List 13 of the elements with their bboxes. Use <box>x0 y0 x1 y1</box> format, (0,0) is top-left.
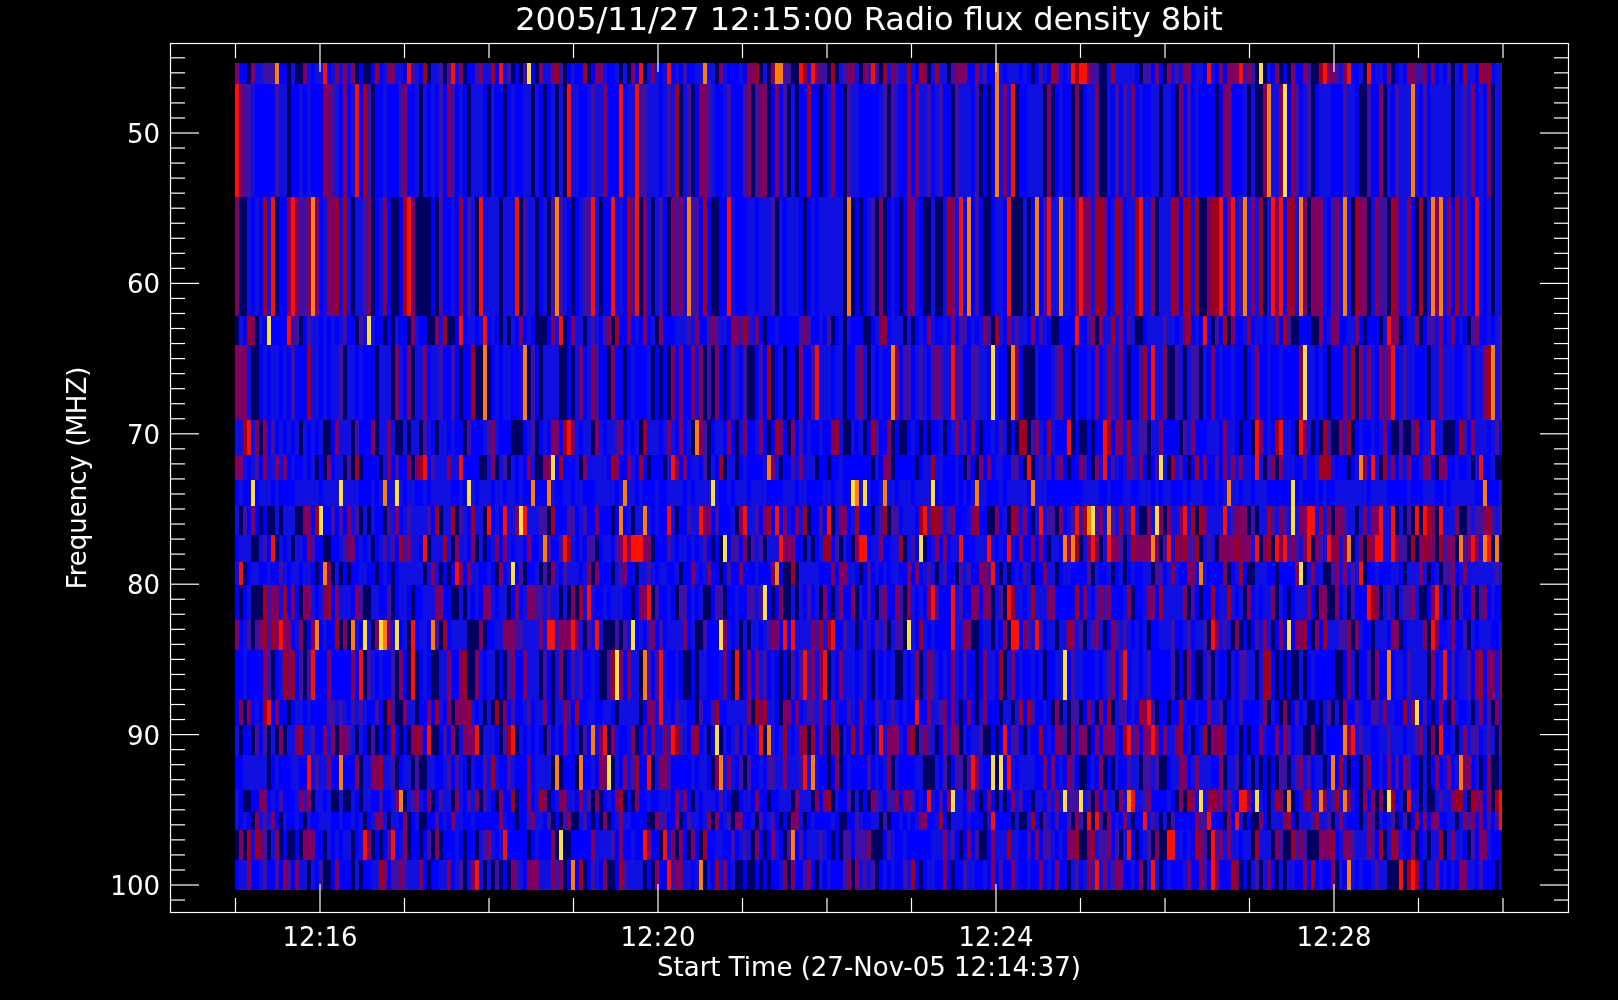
y-tick-label: 50 <box>126 119 160 149</box>
y-tick-label: 60 <box>126 269 160 300</box>
y-tick-label: 80 <box>126 570 160 601</box>
x-axis-title: Start Time (27-Nov-05 12:14:37) <box>657 952 1081 982</box>
x-tick-label: 12:24 <box>958 922 1034 952</box>
y-axis-title: Frequency (MHZ) <box>62 366 92 590</box>
y-tick-label: 70 <box>126 419 160 450</box>
x-tick-label: 12:16 <box>282 922 358 952</box>
x-tick-label: 12:20 <box>620 922 696 952</box>
chart-title: 2005/11/27 12:15:00 Radio flux density 8bit <box>515 0 1223 38</box>
y-tick-label: 100 <box>110 871 160 901</box>
x-tick-label: 12:28 <box>1296 922 1372 952</box>
y-tick-label: 90 <box>126 720 160 751</box>
